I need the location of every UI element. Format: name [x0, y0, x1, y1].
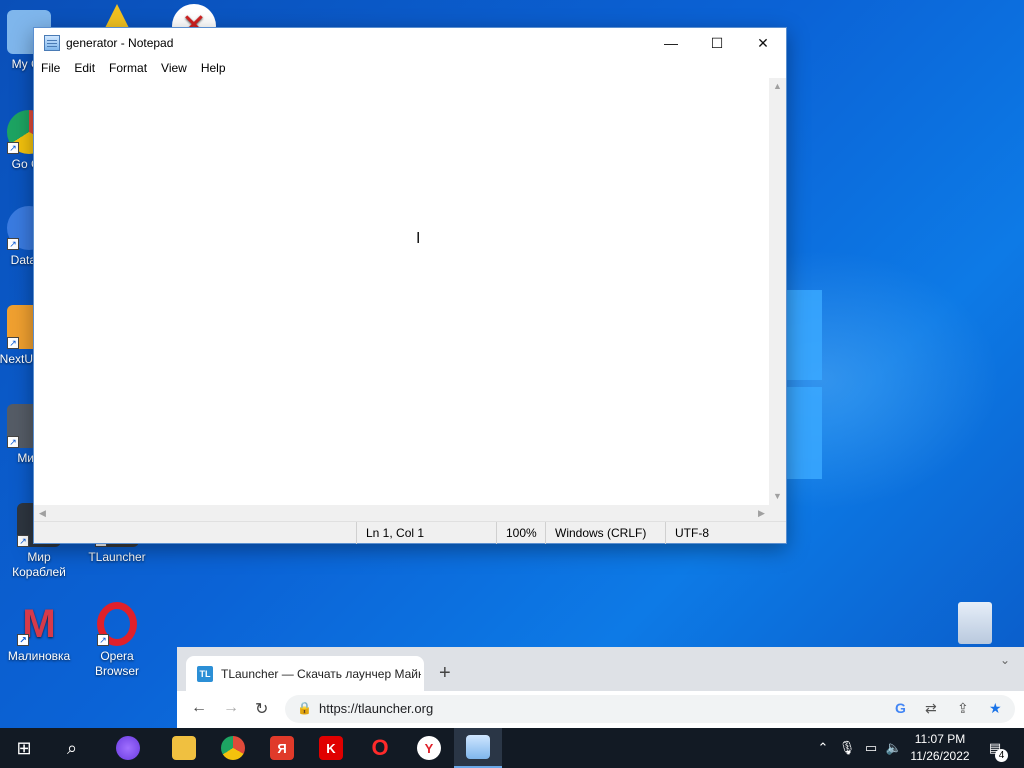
lock-icon: 🔒	[297, 701, 312, 715]
clock-date: 11/26/2022	[910, 749, 970, 763]
action-center-button[interactable]: ▤ 4	[980, 728, 1010, 768]
window-title: generator - Notepad	[66, 36, 174, 50]
menu-format[interactable]: Format	[102, 61, 154, 75]
system-clock[interactable]: 11:07 PM 11/26/2022	[900, 731, 980, 765]
windows-logo-wallpaper	[784, 290, 824, 480]
menu-file[interactable]: File	[34, 61, 67, 75]
notification-count-badge: 4	[995, 749, 1008, 762]
status-line-endings: Windows (CRLF)	[545, 522, 646, 544]
scroll-left-icon[interactable]: ◀	[34, 505, 51, 522]
menu-help[interactable]: Help	[194, 61, 233, 75]
alice-icon	[116, 736, 140, 760]
status-zoom: 100%	[496, 522, 537, 544]
taskbar-yandex[interactable]: Я	[258, 728, 306, 768]
chrome-icon	[221, 736, 245, 760]
browser-tab[interactable]: TL TLauncher — Скачать лаунчер Майнкрафт	[186, 656, 424, 691]
new-tab-button[interactable]: +	[439, 662, 451, 685]
malinovka-icon: M ↗	[17, 602, 61, 646]
windows-start-icon: ⊞	[16, 737, 32, 758]
tlauncher-favicon-icon: TL	[197, 665, 213, 682]
notepad-icon	[44, 35, 60, 51]
scrollbar-corner	[769, 505, 786, 522]
window-controls: — ☐ ✕	[648, 28, 786, 58]
taskbar-opera[interactable]: O	[356, 728, 404, 768]
taskbar-chrome[interactable]	[209, 728, 257, 768]
notepad-window: generator - Notepad — ☐ ✕ File Edit Form…	[33, 27, 787, 544]
status-bar: Ln 1, Col 1 100% Windows (CRLF) UTF-8	[34, 521, 786, 544]
scroll-right-icon[interactable]: ▶	[753, 505, 770, 522]
menu-bar: File Edit Format View Help	[34, 58, 233, 78]
status-encoding: UTF-8	[665, 522, 709, 544]
horizontal-scrollbar[interactable]: ◀ ▶	[34, 505, 770, 522]
url-text: https://tlauncher.org	[319, 701, 434, 716]
taskbar: ⊞ ⌕ Я K O Y ⌃ 🎙 ▭ 🔈 11:07 PM 11/26/2022 …	[0, 728, 1024, 768]
scroll-up-icon[interactable]: ▲	[769, 78, 786, 95]
status-position: Ln 1, Col 1	[356, 522, 424, 544]
yandex-icon: Я	[270, 736, 294, 760]
taskbar-alice[interactable]	[104, 728, 152, 768]
taskbar-kaspersky[interactable]: K	[307, 728, 355, 768]
opera-icon: O	[371, 735, 389, 760]
menu-edit[interactable]: Edit	[67, 61, 102, 75]
clock-time: 11:07 PM	[914, 732, 966, 746]
browser-toolbar: ← → ↻ 🔒 https://tlauncher.org G ⇄ ⇪ ★	[177, 691, 1024, 728]
search-button[interactable]: ⌕	[48, 728, 96, 768]
desktop-icon-recycle-bin[interactable]	[940, 602, 1010, 647]
desktop-icon-opera[interactable]: ↗ Opera Browser	[82, 602, 152, 679]
address-bar[interactable]: 🔒 https://tlauncher.org G ⇄ ⇪ ★	[285, 695, 1015, 723]
kaspersky-icon: K	[319, 736, 343, 760]
reload-icon[interactable]: ↻	[255, 699, 268, 719]
forward-arrow-icon[interactable]: →	[223, 699, 239, 717]
tab-search-icon[interactable]: ⌄	[1000, 653, 1010, 667]
star-icon[interactable]: ★	[989, 700, 1002, 717]
taskbar-notepad[interactable]	[454, 728, 502, 768]
translate-icon[interactable]: ⇄	[925, 700, 937, 717]
folder-icon	[172, 736, 196, 760]
taskbar-file-explorer[interactable]	[160, 728, 208, 768]
opera-icon: ↗	[97, 602, 137, 646]
show-hidden-icons-chevron-icon[interactable]: ⌃	[812, 728, 834, 768]
back-arrow-icon[interactable]: ←	[191, 699, 207, 717]
yandex-browser-icon: Y	[417, 736, 441, 760]
text-editor-area[interactable]	[34, 78, 770, 505]
maximize-button[interactable]: ☐	[694, 28, 740, 58]
vertical-scrollbar[interactable]: ▲ ▼	[769, 78, 786, 505]
taskbar-yandex-browser[interactable]: Y	[405, 728, 453, 768]
tab-title: TLauncher — Скачать лаунчер Майнкрафт	[221, 666, 421, 681]
chrome-window: TL TLauncher — Скачать лаунчер Майнкрафт…	[177, 647, 1024, 728]
minimize-button[interactable]: —	[648, 28, 694, 58]
recycle-bin-icon	[958, 602, 992, 644]
start-button[interactable]: ⊞	[0, 728, 48, 768]
microphone-icon[interactable]: 🎙	[836, 728, 858, 768]
desktop-icon-malinovka[interactable]: M ↗ Малиновка	[4, 602, 74, 664]
menu-view[interactable]: View	[154, 61, 194, 75]
text-cursor-icon: I	[416, 230, 421, 247]
search-icon: ⌕	[66, 737, 78, 758]
network-icon[interactable]: ▭	[860, 728, 882, 768]
scroll-down-icon[interactable]: ▼	[769, 488, 786, 505]
notepad-icon	[466, 735, 490, 759]
share-icon[interactable]: ⇪	[957, 700, 969, 717]
close-button[interactable]: ✕	[740, 28, 786, 58]
google-icon[interactable]: G	[895, 700, 906, 716]
